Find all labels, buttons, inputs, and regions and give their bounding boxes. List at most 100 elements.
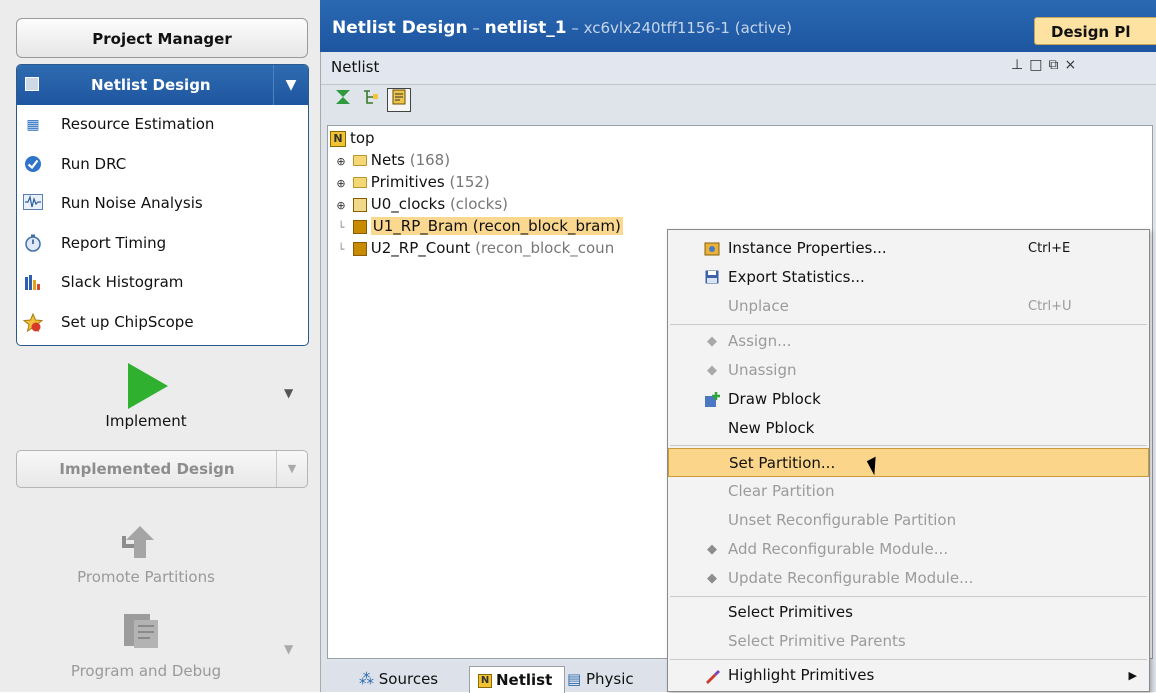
menu-item-label: New Pblock	[728, 419, 815, 437]
menu-item-label: Export Statistics...	[728, 268, 865, 286]
tree-node-label: Nets	[370, 151, 405, 169]
flow-item-label: Run DRC	[61, 154, 127, 173]
chipscope-icon	[22, 312, 44, 333]
menu-item-add-reconfigurable-module[interactable]: ◆ Add Reconfigurable Module...	[668, 535, 1149, 564]
title-separator: –	[467, 19, 485, 37]
menu-item-instance-properties[interactable]: Instance Properties... Ctrl+E	[668, 234, 1149, 263]
tree-node-label: U2_RP_Count	[370, 239, 471, 257]
netlist-design-section: Netlist Design ▼ ▦ Resource Estimation R…	[16, 64, 309, 346]
panel-window-controls[interactable]: ⊥□⧉×	[1011, 57, 1082, 73]
tree-node-u1-rp-bram[interactable]: └ U1_RP_Bram (recon_block_bram)	[334, 215, 623, 237]
promote-partitions-label[interactable]: Promote Partitions	[0, 568, 292, 586]
properties-icon	[704, 241, 720, 257]
menu-item-update-reconfigurable-module[interactable]: ◆ Update Reconfigurable Module...	[668, 564, 1149, 593]
tab-physical[interactable]: ▤ Physic	[559, 666, 667, 692]
promote-partitions-icon[interactable]	[120, 518, 160, 562]
menu-item-label: Select Primitive Parents	[728, 632, 906, 650]
tree-node-u2-rp-count[interactable]: └ U2_RP_Count (recon_block_coun	[334, 237, 615, 259]
tree-node-top[interactable]: Ntop	[330, 127, 375, 149]
tree-node-nets[interactable]: ⊕ Nets (168)	[334, 149, 450, 171]
menu-separator	[670, 445, 1147, 446]
menu-item-select-primitive-parents[interactable]: Select Primitive Parents	[668, 627, 1149, 656]
tree-node-u0-clocks[interactable]: ⊕ U0_clocks (clocks)	[334, 193, 508, 215]
pin-icon[interactable]: ⊥	[1011, 57, 1029, 73]
tab-label: Sources	[378, 670, 439, 688]
tab-label: Netlist	[496, 671, 553, 689]
menu-item-unassign[interactable]: ◆ Unassign	[668, 356, 1149, 385]
implemented-design-label: Implemented Design	[59, 460, 235, 478]
netlist-design-title: Netlist Design	[91, 76, 211, 94]
netlist-tab-icon: N	[478, 673, 492, 688]
menu-shortcut: Ctrl+E	[1028, 241, 1071, 256]
flow-item-run-drc[interactable]: Run DRC	[17, 145, 308, 185]
menu-item-highlight-primitives[interactable]: Highlight Primitives ▶	[668, 661, 1149, 690]
tree-node-label: Primitives	[370, 173, 445, 191]
tree-node-label-selected: U1_RP_Bram (recon_block_bram)	[370, 217, 623, 235]
float-icon[interactable]: ⧉	[1048, 57, 1064, 73]
flow-item-set-up-chipscope[interactable]: Set up ChipScope	[17, 303, 308, 343]
netlist-design-header[interactable]: Netlist Design ▼	[17, 65, 308, 105]
chevron-down-icon[interactable]: ▼	[284, 642, 293, 656]
menu-separator	[670, 324, 1147, 325]
flow-item-resource-estimation[interactable]: ▦ Resource Estimation	[17, 105, 308, 145]
flow-item-label: Slack Histogram	[61, 273, 184, 291]
menu-item-clear-partition[interactable]: Clear Partition	[668, 477, 1149, 506]
menu-item-label: Instance Properties...	[728, 239, 887, 257]
histogram-icon	[23, 273, 43, 293]
menu-item-draw-pblock[interactable]: Draw Pblock	[668, 385, 1149, 414]
folder-icon	[352, 177, 367, 188]
menu-item-unset-reconfigurable-partition[interactable]: Unset Reconfigurable Partition	[668, 506, 1149, 535]
menu-item-label: Add Reconfigurable Module...	[728, 540, 949, 558]
program-and-debug-label[interactable]: Program and Debug	[0, 662, 292, 680]
menu-item-unplace[interactable]: Unplace Ctrl+U	[668, 292, 1149, 321]
flow-item-run-noise-analysis[interactable]: Run Noise Analysis	[17, 184, 308, 224]
chevron-down-icon[interactable]: ▼	[276, 451, 307, 487]
tree-node-label: top	[350, 129, 375, 147]
flow-navigator: Project Manager Netlist Design ▼ ▦ Resou…	[0, 0, 318, 692]
flow-item-report-timing[interactable]: Report Timing	[17, 224, 308, 264]
tab-sources[interactable]: ⁂ Sources	[351, 666, 471, 692]
implement-label[interactable]: Implement	[0, 412, 292, 430]
close-icon[interactable]: ×	[1064, 57, 1082, 73]
menu-item-export-statistics[interactable]: Export Statistics...	[668, 263, 1149, 292]
tree-node-count: (168)	[409, 151, 451, 169]
program-and-debug-icon[interactable]	[120, 608, 164, 652]
unassign-icon: ◆	[707, 363, 717, 378]
menu-item-new-pblock[interactable]: New Pblock	[668, 414, 1149, 443]
menu-separator	[670, 596, 1147, 597]
resource-estimation-icon: ▦	[26, 117, 40, 133]
expand-icon[interactable]: ⊕	[334, 151, 348, 173]
implement-run-icon[interactable]	[128, 363, 168, 409]
netlist-name: netlist_1	[484, 18, 567, 38]
menu-shortcut: Ctrl+U	[1028, 299, 1072, 314]
menu-item-assign[interactable]: ◆ Assign...	[668, 327, 1149, 356]
design-planner-button[interactable]: Design Pl	[1034, 17, 1156, 45]
tab-netlist[interactable]: N Netlist	[469, 666, 565, 693]
implemented-design-button[interactable]: Implemented Design ▼	[16, 450, 308, 488]
expand-all-icon[interactable]	[359, 88, 383, 112]
show-hierarchy-icon[interactable]	[387, 88, 411, 112]
design-title-bar: Netlist Design – netlist_1 – xc6vlx240tf…	[320, 0, 1156, 52]
save-icon	[704, 270, 720, 286]
project-manager-button[interactable]: Project Manager	[16, 18, 308, 58]
context-menu: Instance Properties... Ctrl+E Export Sta…	[667, 229, 1150, 692]
maximize-icon[interactable]: □	[1029, 57, 1048, 73]
expand-icon[interactable]: ⊕	[334, 195, 348, 217]
expand-icon[interactable]: ⊕	[334, 173, 348, 195]
flow-item-label: Run Noise Analysis	[61, 194, 203, 212]
chevron-down-icon[interactable]: ▼	[284, 386, 293, 400]
menu-item-label: Unassign	[728, 361, 797, 379]
flow-item-label: Set up ChipScope	[61, 312, 194, 331]
tree-node-type: (clocks)	[449, 195, 508, 213]
menu-item-label: Unset Reconfigurable Partition	[728, 511, 957, 529]
tree-node-primitives[interactable]: ⊕ Primitives (152)	[334, 171, 489, 195]
menu-item-select-primitives[interactable]: Select Primitives	[668, 598, 1149, 627]
device-part: – xc6vlx240tff1156-1 (active)	[566, 19, 793, 37]
tree-node-type: (recon_block_coun	[475, 239, 615, 257]
flow-item-slack-histogram[interactable]: Slack Histogram	[17, 263, 308, 303]
menu-item-label: Highlight Primitives	[728, 666, 875, 684]
collapse-all-icon[interactable]	[331, 88, 355, 112]
menu-item-set-partition[interactable]: Set Partition...	[668, 448, 1149, 477]
chevron-down-icon[interactable]: ▼	[273, 65, 308, 105]
netlist-panel-title: Netlist	[331, 58, 380, 76]
